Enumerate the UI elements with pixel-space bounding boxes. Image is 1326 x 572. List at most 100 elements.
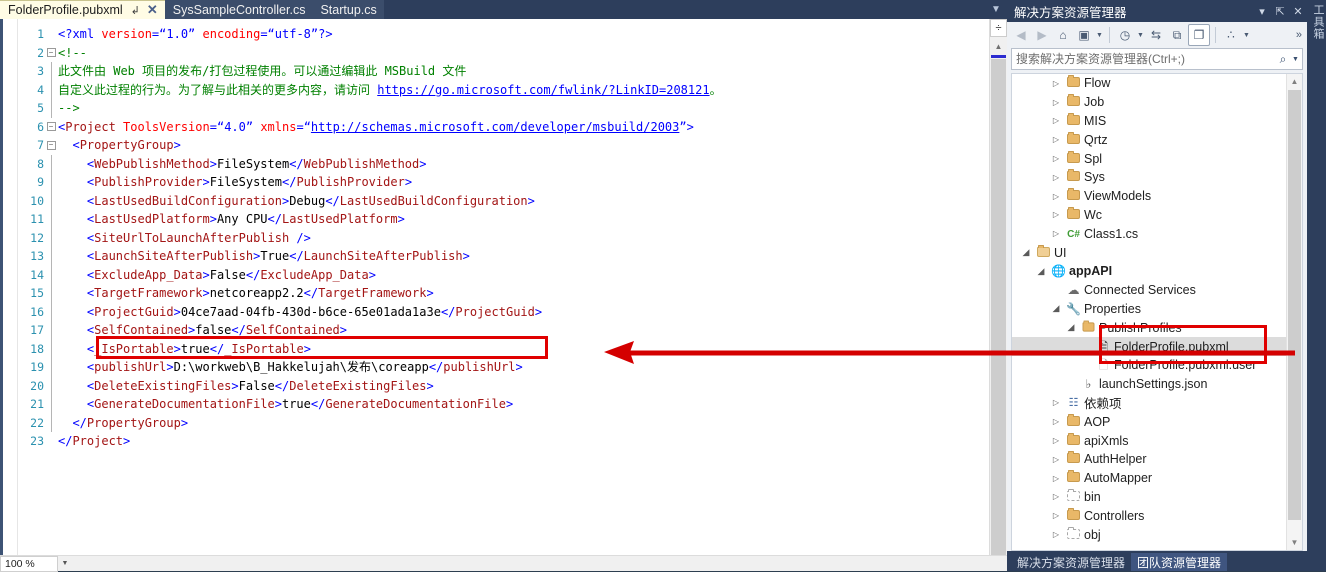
view-class-diagram-icon[interactable]: ∴ [1221,25,1241,45]
tree-item-sys[interactable]: Sys [1012,168,1302,187]
chevron-closed-icon[interactable] [1048,135,1064,144]
pin-icon[interactable]: ↲ [131,4,140,17]
fold-toggle[interactable]: − [44,44,58,63]
tree-item-folderprofile-pubxml-user[interactable]: 🗋 FolderProfile.pubxml.user [1012,356,1302,375]
solution-folder-icon[interactable]: ▣ [1074,25,1094,45]
chevron-closed-icon[interactable] [1048,192,1064,201]
fold-line [44,210,58,229]
line-number: 17 [30,323,44,337]
search-icon[interactable]: ⌕ [1274,52,1292,67]
tree-item-[interactable]: ☷ 依赖项 [1012,394,1302,413]
chevron-down-icon[interactable]: ▼ [58,556,72,572]
chevron-open-icon[interactable] [1048,303,1064,314]
toolbar-overflow-icon[interactable]: » [1296,29,1303,41]
back-icon[interactable]: ◀ [1011,25,1031,45]
tab-syssamplecontroller-cs[interactable]: SysSampleController.cs [164,0,313,19]
chevron-down-icon[interactable]: ▼ [985,0,1007,19]
forward-icon[interactable]: ▶ [1032,25,1052,45]
tree-item-properties[interactable]: 🔧Properties [1012,300,1302,319]
chevron-down-icon[interactable]: ▼ [1136,32,1145,39]
chevron-closed-icon[interactable] [1048,436,1064,445]
fold-toggle[interactable]: − [44,118,58,137]
tree-item-obj[interactable]: obj [1012,525,1302,544]
pending-changes-icon[interactable]: ◷ [1115,25,1135,45]
scrollbar-thumb[interactable] [991,59,1006,559]
solution-explorer-tree[interactable]: Flow Job MIS Qrtz Spl Sys ViewModels Wc C# Class1… [1011,73,1303,551]
sync-with-active-document-icon[interactable]: ⇆ [1146,25,1166,45]
tree-item-bin[interactable]: bin [1012,488,1302,507]
chevron-closed-icon[interactable] [1048,116,1064,125]
code-folding-gutter[interactable]: − − − [44,19,58,571]
scroll-down-icon[interactable]: ▼ [1287,535,1302,550]
chevron-closed-icon[interactable] [1048,398,1064,407]
chevron-open-icon[interactable] [1018,247,1034,258]
tree-item-label: bin [1084,489,1101,504]
chevron-closed-icon[interactable] [1048,210,1064,219]
tree-item-controllers[interactable]: Controllers [1012,506,1302,525]
chevron-closed-icon[interactable] [1048,98,1064,107]
line-number: 8 [37,156,44,171]
line-number: 21 [30,397,44,411]
toolbox-tab[interactable]: 工具箱 [1307,4,1326,40]
chevron-open-icon[interactable] [1063,322,1079,333]
chevron-open-icon[interactable] [1033,266,1049,277]
editor-vertical-scrollbar[interactable]: ÷ ▲ [989,19,1007,571]
tree-item-flow[interactable]: Flow [1012,74,1302,93]
tree-item-folderprofile-pubxml[interactable]: 🗎 FolderProfile.pubxml [1012,337,1302,356]
tree-item-class1-cs[interactable]: C# Class1.cs [1012,224,1302,243]
chevron-down-icon[interactable]: ▼ [1095,32,1104,39]
tab-folderprofile-pubxml[interactable]: FolderProfile.pubxml ↲ ✕ [0,0,165,19]
tab-startup-cs[interactable]: Startup.cs [312,0,384,19]
tree-item-ui[interactable]: UI [1012,243,1302,262]
close-icon[interactable]: ✕ [147,2,158,18]
home-icon[interactable]: ⌂ [1053,25,1073,45]
split-view-icon[interactable]: ÷ [990,19,1007,37]
tree-item-viewmodels[interactable]: ViewModels [1012,187,1302,206]
tree-item-launchsettings-json[interactable]: ♭ launchSettings.json [1012,375,1302,394]
chevron-closed-icon[interactable] [1048,79,1064,88]
chevron-closed-icon[interactable] [1048,417,1064,426]
scroll-up-icon[interactable]: ▲ [1287,74,1302,89]
chevron-down-icon[interactable]: ▾ [1253,5,1271,18]
tree-item-mis[interactable]: MIS [1012,112,1302,131]
tree-item-wc[interactable]: Wc [1012,206,1302,225]
scrollbar-thumb[interactable] [1288,90,1301,520]
show-all-files-icon[interactable]: ❐ [1188,24,1210,46]
tree-item-job[interactable]: Job [1012,93,1302,112]
tree-item-authhelper[interactable]: AuthHelper [1012,450,1302,469]
close-icon[interactable]: ✕ [1289,5,1307,18]
code-token: 04ce7aad-04fb-430d-b6ce-65e01ada1a3e [180,304,441,319]
solution-explorer-search[interactable]: ⌕ ▼ [1011,48,1303,70]
bottom-tab-team-explorer[interactable]: 团队资源管理器 [1131,553,1228,571]
chevron-closed-icon[interactable] [1048,511,1064,520]
fold-toggle[interactable]: − [44,136,58,155]
chevron-down-icon[interactable]: ▼ [1242,32,1251,39]
scroll-up-icon[interactable]: ▲ [990,38,1007,55]
tree-item-spl[interactable]: Spl [1012,149,1302,168]
tree-vertical-scrollbar[interactable]: ▲ ▼ [1286,74,1302,550]
code-text-area[interactable]: <?xml version=“1.0” encoding=“utf-8”?> <!… [58,19,989,571]
search-input[interactable] [1012,51,1274,67]
chevron-closed-icon[interactable] [1048,173,1064,182]
tree-item-qrtz[interactable]: Qrtz [1012,130,1302,149]
refresh-icon[interactable]: ⧉ [1167,25,1187,45]
tree-item-publishprofiles[interactable]: PublishProfiles [1012,318,1302,337]
chevron-down-icon[interactable]: ▼ [1292,56,1302,63]
tree-item-appapi[interactable]: 🌐appAPI [1012,262,1302,281]
tree-item-connected-services[interactable]: ☁ Connected Services [1012,281,1302,300]
bottom-tab-solution-explorer[interactable]: 解决方案资源管理器 [1011,553,1131,571]
tree-item-automapper[interactable]: AutoMapper [1012,469,1302,488]
tree-item-aop[interactable]: AOP [1012,412,1302,431]
chevron-closed-icon[interactable] [1048,229,1064,238]
chevron-closed-icon[interactable] [1048,530,1064,539]
code-token: < [58,212,95,226]
chevron-closed-icon[interactable] [1048,492,1064,501]
chevron-closed-icon[interactable] [1048,154,1064,163]
zoom-level-combobox[interactable]: 100 % [0,555,58,572]
chevron-closed-icon[interactable] [1048,455,1064,464]
chevron-closed-icon[interactable] [1048,474,1064,483]
pin-icon[interactable]: ⇱ [1271,5,1289,18]
editor-body[interactable]: 1 2 3 4 5 6 7 8 9 10 11 12 13 14 15 16 17 18 19 20 21 22 23 − −… [0,19,1007,571]
code-line: <!-- [58,44,989,63]
tree-item-apixmls[interactable]: apiXmls [1012,431,1302,450]
